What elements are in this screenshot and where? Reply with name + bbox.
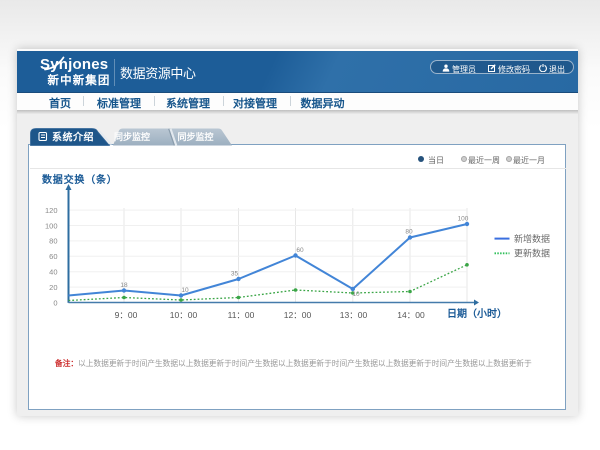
svg-text:18: 18 <box>120 282 128 289</box>
svg-text:0: 0 <box>53 298 57 307</box>
svg-text:40: 40 <box>49 268 57 277</box>
svg-text:10: 10 <box>352 291 360 298</box>
svg-text:60: 60 <box>296 247 304 254</box>
svg-text:日期（小时）: 日期（小时） <box>447 307 507 320</box>
svg-text:80: 80 <box>405 229 413 236</box>
svg-text:14：00: 14：00 <box>397 310 425 320</box>
svg-text:80: 80 <box>49 237 57 246</box>
svg-text:100: 100 <box>458 216 469 223</box>
svg-text:更新数据: 更新数据 <box>514 248 550 259</box>
svg-text:同步监控: 同步监控 <box>114 131 150 142</box>
svg-text:20: 20 <box>49 283 57 292</box>
svg-text:100: 100 <box>45 221 58 230</box>
svg-text:10：00: 10：00 <box>170 310 198 320</box>
svg-text:11：00: 11：00 <box>228 310 255 320</box>
svg-text:60: 60 <box>49 252 57 261</box>
svg-text:12：00: 12：00 <box>284 310 312 320</box>
svg-text:10: 10 <box>181 287 189 294</box>
svg-text:系统介绍: 系统介绍 <box>52 131 94 144</box>
svg-text:35: 35 <box>231 271 239 278</box>
svg-text:同步监控: 同步监控 <box>178 131 214 142</box>
svg-text:13：00: 13：00 <box>340 310 368 320</box>
svg-text:新增数据: 新增数据 <box>514 233 550 244</box>
svg-text:120: 120 <box>45 206 58 215</box>
svg-text:9：00: 9：00 <box>115 310 138 320</box>
